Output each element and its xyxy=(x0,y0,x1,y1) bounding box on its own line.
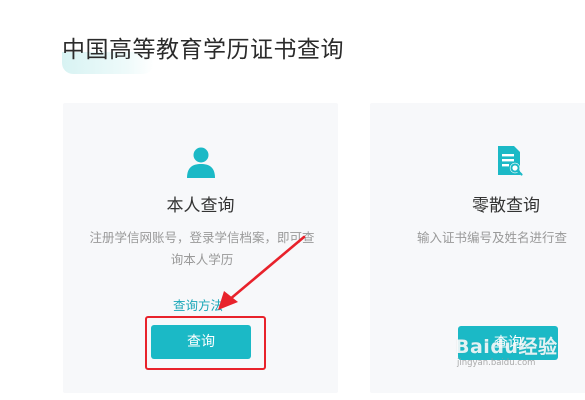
document-search-icon xyxy=(496,145,524,181)
page-header: 中国高等教育学历证书查询 xyxy=(62,30,344,74)
self-query-description: 注册学信网账号，登录学信档案，即可查询本人学历 xyxy=(89,230,315,267)
page-title: 中国高等教育学历证书查询 xyxy=(62,37,344,63)
scattered-query-card: 零散查询 输入证书编号及姓名进行查 查询 xyxy=(370,103,585,393)
self-query-title: 本人查询 xyxy=(166,196,235,216)
self-query-card: 本人查询 注册学信网账号，登录学信档案，即可查询本人学历 查询方法 查询 xyxy=(63,103,338,393)
user-icon xyxy=(185,145,217,183)
scattered-query-description: 输入证书编号及姓名进行查 xyxy=(417,230,568,245)
page: 中国高等教育学历证书查询 本人查询 注册学信网账号，登录学信档案，即可查询本人学… xyxy=(0,0,585,400)
scattered-query-title: 零散查询 xyxy=(472,196,540,216)
self-query-button[interactable]: 查询 xyxy=(151,325,251,359)
scattered-query-button[interactable]: 查询 xyxy=(458,326,558,360)
query-method-link[interactable]: 查询方法 xyxy=(173,295,223,314)
